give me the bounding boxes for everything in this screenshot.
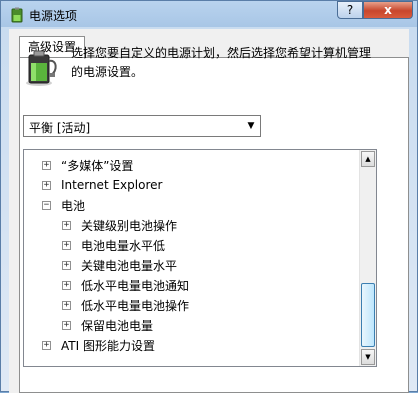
expand-icon[interactable]: +: [62, 260, 71, 270]
power-settings-tree[interactable]: + “多媒体”设置 + Internet Explorer − 电池 + 关键级…: [23, 149, 377, 367]
close-icon: x: [384, 3, 392, 17]
tree-item-label: ATI 图形能力设置: [61, 338, 155, 353]
tree-item-ati-graphics-power[interactable]: + ATI 图形能力设置: [42, 335, 155, 355]
chevron-up-icon: ▲: [365, 155, 371, 163]
expand-icon[interactable]: +: [62, 300, 71, 310]
chevron-down-icon[interactable]: ▼: [242, 116, 260, 136]
expand-icon[interactable]: +: [42, 340, 51, 350]
tree-item-critical-battery-action[interactable]: + 关键级别电池操作: [62, 215, 177, 235]
close-button[interactable]: x: [363, 1, 413, 19]
window-title: 电源选项: [29, 9, 78, 23]
tree-item-reserve-battery-level[interactable]: + 保留电池电量: [62, 315, 153, 335]
expand-icon[interactable]: +: [42, 180, 51, 190]
expand-icon[interactable]: +: [42, 160, 51, 170]
tree-item-label: Internet Explorer: [61, 178, 163, 192]
tree-item-critical-battery-level[interactable]: + 关键电池电量水平: [62, 255, 177, 275]
expand-icon[interactable]: +: [62, 220, 71, 230]
battery-icon: [26, 50, 57, 86]
tree-item-low-battery-action[interactable]: + 低水平电量电池操作: [62, 295, 189, 315]
tree-item-label: 电池电量水平低: [81, 238, 166, 253]
tree-item-label: “多媒体”设置: [61, 158, 134, 173]
tree-item-label: 低水平电量电池操作: [81, 298, 190, 313]
power-plan-value: 平衡 [活动]: [29, 121, 91, 135]
expand-icon[interactable]: +: [62, 280, 71, 290]
tree-scrollbar[interactable]: ▲ ▼: [359, 150, 376, 366]
tree-item-internet-explorer[interactable]: + Internet Explorer: [42, 175, 162, 195]
tree-item-low-battery-notification[interactable]: + 低水平电量电池通知: [62, 275, 189, 295]
power-options-window: 电源选项 ? x 高级设置 选择您要自定义的电源计划，然后选择您希望计算机管理的…: [0, 0, 418, 393]
scroll-up-button[interactable]: ▲: [361, 151, 375, 167]
expand-icon[interactable]: +: [62, 320, 71, 330]
tree-item-label: 保留电池电量: [81, 318, 154, 333]
help-icon: ?: [346, 3, 354, 17]
tree-item-label: 关键级别电池操作: [81, 218, 178, 233]
power-plan-select[interactable]: 平衡 [活动] ▼: [23, 115, 261, 137]
tree-item-multimedia[interactable]: + “多媒体”设置: [42, 155, 133, 175]
tree-item-label: 电池: [61, 198, 86, 213]
power-options-icon: [11, 7, 23, 23]
chevron-down-icon: ▼: [365, 353, 371, 361]
collapse-icon[interactable]: −: [42, 200, 51, 210]
expand-icon[interactable]: +: [62, 240, 71, 250]
title-bar[interactable]: 电源选项 ? x: [1, 1, 417, 29]
tree-item-label: 低水平电量电池通知: [81, 278, 190, 293]
tree-item-low-battery-level[interactable]: + 电池电量水平低: [62, 235, 165, 255]
description-text: 选择您要自定义的电源计划，然后选择您希望计算机管理的电源设置。: [71, 46, 372, 79]
tree-item-battery[interactable]: − 电池: [42, 195, 85, 215]
scroll-down-button[interactable]: ▼: [361, 349, 375, 365]
help-button[interactable]: ?: [337, 1, 363, 19]
scroll-thumb[interactable]: [361, 283, 375, 347]
tree-item-label: 关键电池电量水平: [81, 258, 178, 273]
